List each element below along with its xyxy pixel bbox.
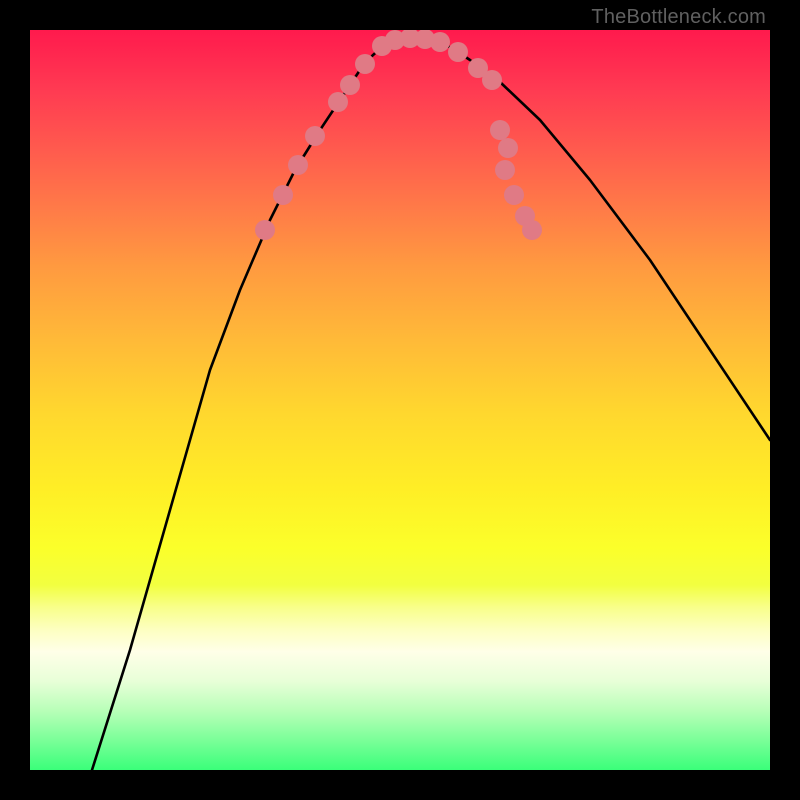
highlight-marker bbox=[273, 185, 293, 205]
highlight-marker bbox=[340, 75, 360, 95]
highlight-marker bbox=[430, 32, 450, 52]
highlight-marker bbox=[522, 220, 542, 240]
outer-frame: TheBottleneck.com bbox=[0, 0, 800, 800]
highlight-marker bbox=[305, 126, 325, 146]
highlight-marker bbox=[495, 160, 515, 180]
highlight-marker bbox=[328, 92, 348, 112]
curve-layer bbox=[92, 38, 770, 770]
highlight-marker bbox=[498, 138, 518, 158]
highlight-marker bbox=[355, 54, 375, 74]
highlight-marker bbox=[288, 155, 308, 175]
attribution-text: TheBottleneck.com bbox=[591, 6, 766, 29]
highlight-marker bbox=[504, 185, 524, 205]
chart-svg bbox=[30, 30, 770, 770]
highlight-marker bbox=[490, 120, 510, 140]
highlight-marker bbox=[448, 42, 468, 62]
highlight-marker bbox=[255, 220, 275, 240]
marker-layer bbox=[255, 30, 542, 240]
highlight-marker bbox=[482, 70, 502, 90]
bottleneck-curve-path bbox=[92, 38, 770, 770]
